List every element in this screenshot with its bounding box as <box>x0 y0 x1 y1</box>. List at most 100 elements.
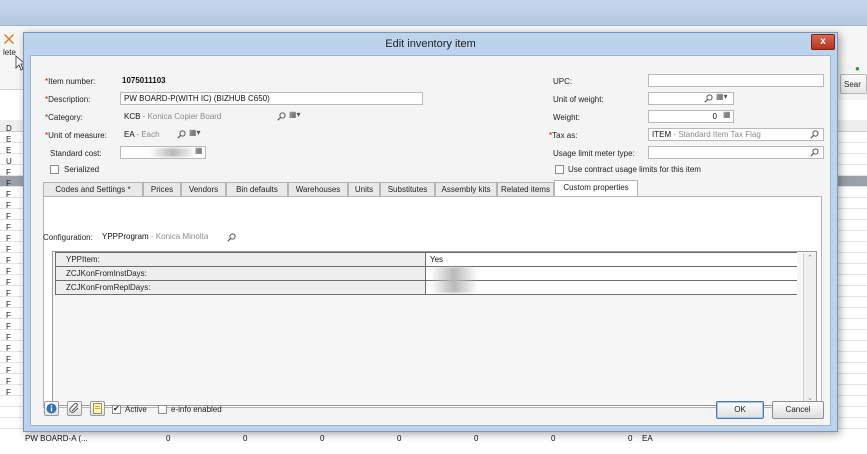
property-value[interactable]: Yes <box>427 253 797 266</box>
last-row-value: 0 <box>320 434 325 443</box>
last-row-value: 0 <box>243 434 248 443</box>
property-name: YPPItem: <box>56 253 426 266</box>
unit-of-measure-label: *Unit of measure: <box>45 131 107 140</box>
ok-button[interactable]: OK <box>716 401 764 419</box>
contract-usage-label: Use contract usage limits for this item <box>568 165 701 174</box>
background-last-row[interactable]: PW BOARD-A (... 0 0 0 0 0 0 0 EA <box>0 433 867 445</box>
background-row-letter: F <box>6 289 11 298</box>
property-row[interactable]: YPPItem: Yes <box>55 252 797 267</box>
background-row-letter: F <box>6 234 11 243</box>
cancel-button[interactable]: Cancel <box>772 401 824 419</box>
tab-units[interactable]: Units <box>348 182 380 196</box>
tab-vendors[interactable]: Vendors <box>181 182 226 196</box>
unit-of-weight-label: Unit of weight: <box>553 95 604 104</box>
background-row-letter: F <box>6 190 11 199</box>
property-name: ZCJKonFromInstDays: <box>56 267 426 280</box>
serialized-checkbox[interactable] <box>50 165 59 174</box>
background-row-letter: F <box>6 267 11 276</box>
unit-weight-dropdown-icon[interactable]: ▦▾ <box>716 92 728 101</box>
property-row[interactable]: ZCJKonFromInstDays: <box>55 266 797 281</box>
tab-custom-properties[interactable]: Custom properties <box>554 180 638 196</box>
standard-cost-label: Standard cost: <box>50 149 102 158</box>
info-icon <box>46 403 57 414</box>
tab-assembly-kits[interactable]: Assembly kits <box>435 182 497 196</box>
upc-label: UPC: <box>553 77 573 86</box>
background-row-letter: F <box>6 355 11 364</box>
redacted-property-values <box>430 267 478 293</box>
delete-button-label[interactable]: lete <box>3 48 16 57</box>
upc-field[interactable] <box>648 74 824 87</box>
unit-weight-lookup-icon[interactable] <box>704 94 713 103</box>
last-row-value: 0 <box>628 434 633 443</box>
background-row-letter: F <box>6 278 11 287</box>
note-icon <box>93 403 102 414</box>
configuration-lookup-icon[interactable] <box>227 233 236 242</box>
background-row-letter: F <box>6 212 11 221</box>
category-label: *Category: <box>45 113 83 122</box>
background-row-letter: E <box>6 135 12 144</box>
background-row-letter: F <box>6 388 11 397</box>
uom-dropdown-icon[interactable]: ▦▾ <box>189 128 201 137</box>
background-search-button[interactable]: Sear <box>840 74 867 94</box>
item-number-value: 1075011103 <box>122 76 166 85</box>
background-title-bar <box>0 0 867 26</box>
property-row[interactable]: ZCJKonFromReplDays: <box>55 280 797 295</box>
tab-warehouses[interactable]: Warehouses <box>288 182 348 196</box>
usage-limit-lookup-icon[interactable] <box>810 148 819 157</box>
properties-scrollbar[interactable]: ⌃ ⌄ <box>803 253 816 405</box>
redacted-cost-value <box>149 148 197 157</box>
description-label: *Description: <box>45 95 91 104</box>
contract-usage-checkbox[interactable] <box>555 165 564 174</box>
tab-substitutes[interactable]: Substitutes <box>380 182 435 196</box>
tax-as-label: *Tax as: <box>549 131 578 140</box>
dialog-title: Edit inventory item <box>385 38 476 50</box>
property-value[interactable] <box>427 267 797 280</box>
property-name: ZCJKonFromReplDays: <box>56 281 426 294</box>
background-row-letter: F <box>6 377 11 386</box>
item-number-label: *Item number: <box>45 77 96 86</box>
notes-button[interactable] <box>90 401 105 416</box>
scroll-up-icon[interactable]: ⌃ <box>804 253 816 265</box>
background-row-letter: F <box>6 366 11 375</box>
dialog-body: *Item number: 1075011103 *Description: P… <box>30 55 831 426</box>
tab-codes-and-settings[interactable]: Codes and Settings * <box>43 182 143 196</box>
category-dropdown-icon[interactable]: ▦▾ <box>289 110 301 119</box>
tab-bin-defaults[interactable]: Bin defaults <box>226 182 288 196</box>
calculator-icon[interactable]: ▦ <box>723 110 731 119</box>
property-value[interactable] <box>427 281 797 294</box>
category-lookup-icon[interactable] <box>277 112 286 121</box>
serialized-label: Serialized <box>64 165 100 174</box>
background-row-letter: F <box>6 344 11 353</box>
last-row-uom: EA <box>642 434 653 443</box>
delete-icon[interactable] <box>4 34 14 44</box>
uom-lookup-icon[interactable] <box>177 130 186 139</box>
background-row-letter: F <box>6 179 11 188</box>
tab-prices[interactable]: Prices <box>143 182 181 196</box>
background-row-letter: F <box>6 333 11 342</box>
weight-field[interactable]: 0 <box>648 110 734 123</box>
usage-limit-meter-type-field[interactable] <box>648 146 824 159</box>
info-button[interactable] <box>44 401 59 416</box>
configuration-label: Configuration: <box>43 233 93 242</box>
paperclip-icon <box>69 402 79 413</box>
active-checkbox[interactable] <box>112 404 121 414</box>
tab-related-items[interactable]: Related items <box>497 182 554 196</box>
background-row-letter: U <box>6 157 12 166</box>
configuration-field[interactable]: YPPProgram - Konica Minolta <box>102 231 234 243</box>
background-row-letter: D <box>6 124 12 133</box>
e-info-enabled-label: e-info enabled <box>171 405 222 414</box>
usage-limit-meter-type-label: Usage limit meter type: <box>553 149 635 158</box>
background-row-letter: F <box>6 201 11 210</box>
e-info-enabled-checkbox[interactable] <box>158 405 167 414</box>
description-field[interactable]: PW BOARD-P(WITH IC) (BIZHUB C650) <box>120 92 423 105</box>
last-row-value: 0 <box>551 434 556 443</box>
last-row-value: 0 <box>397 434 402 443</box>
close-button[interactable]: x <box>811 34 835 50</box>
tax-as-field[interactable]: ITEM - Standard Item Tax Flag <box>648 128 824 141</box>
tax-lookup-icon[interactable] <box>810 130 819 139</box>
last-row-value: 0 <box>166 434 171 443</box>
attachment-button[interactable] <box>67 401 82 416</box>
calculator-icon[interactable]: ▦ <box>195 146 203 155</box>
background-row-letter: E <box>6 146 12 155</box>
refresh-icon[interactable]: ● <box>855 64 860 73</box>
